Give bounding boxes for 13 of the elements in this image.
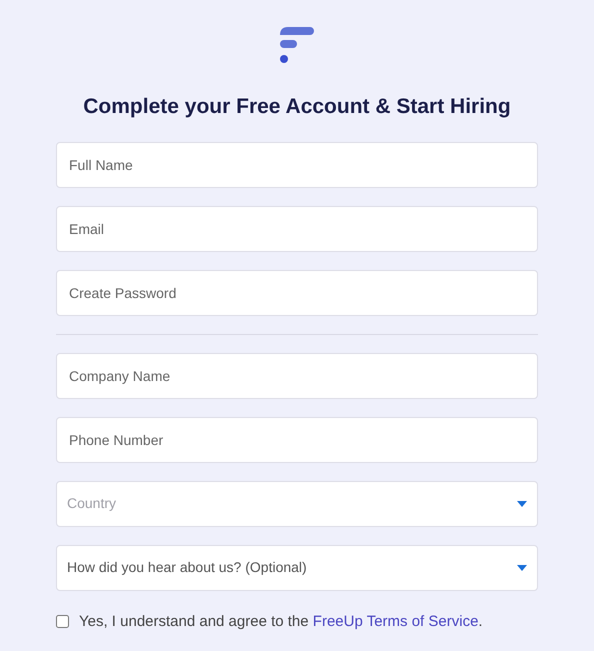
text-field[interactable]: Full Name xyxy=(56,142,538,188)
agreement-text: Yes, I understand and agree to the FreeUp Terms of Service. xyxy=(79,612,483,632)
text-field[interactable]: Company Name xyxy=(56,352,538,398)
caret-icon xyxy=(517,564,527,570)
text-field[interactable]: Email xyxy=(56,206,538,252)
agree-checkbox[interactable] xyxy=(56,615,69,628)
terms-link[interactable]: FreeUp Terms of Service xyxy=(312,612,478,630)
select-field[interactable]: How did you hear about us? (Optional) xyxy=(56,544,538,590)
logo-icon xyxy=(280,26,314,64)
text-field[interactable]: Phone Number xyxy=(56,416,538,462)
page-title: Complete your Free Account & Start Hiring xyxy=(83,94,511,120)
caret-icon xyxy=(517,500,527,506)
text-field[interactable]: Create Password xyxy=(56,270,538,316)
